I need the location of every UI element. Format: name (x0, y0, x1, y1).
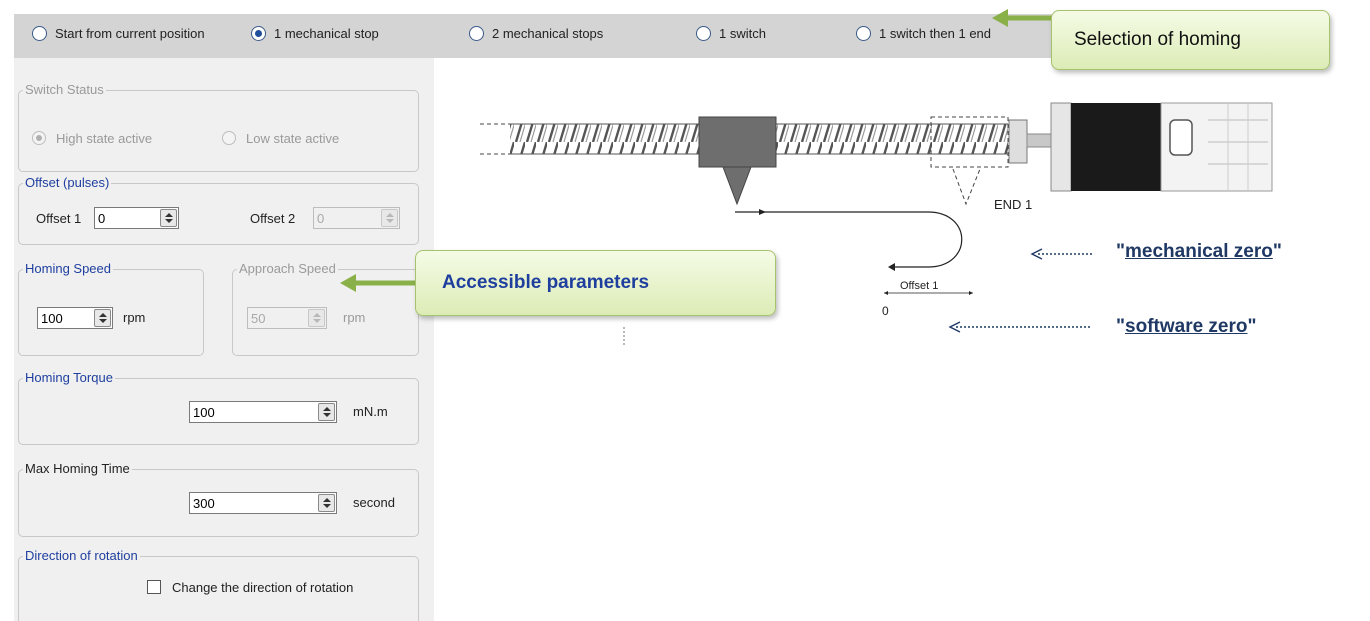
quote-mark: " (1116, 316, 1126, 337)
arrow-left-icon (948, 321, 961, 333)
quote-mark: " (1272, 241, 1282, 262)
arrow-left-icon (1030, 248, 1043, 260)
arrow-left-icon (340, 274, 356, 292)
mechanical-zero-text: mechanical zero (1125, 241, 1273, 262)
accessible-parameters-callout: Accessible parameters (415, 250, 776, 316)
software-zero-label: "software zero" (1116, 316, 1257, 338)
callout-text: Selection of homing (1074, 29, 1241, 50)
arrow-left-icon (992, 9, 1008, 27)
mechanical-zero-label: "mechanical zero" (1116, 241, 1282, 263)
quote-mark: " (1247, 316, 1257, 337)
selection-of-homing-callout: Selection of homing (1051, 10, 1330, 70)
callout-text: Accessible parameters (442, 272, 650, 293)
software-zero-text: software zero (1125, 316, 1248, 337)
quote-mark: " (1116, 241, 1126, 262)
